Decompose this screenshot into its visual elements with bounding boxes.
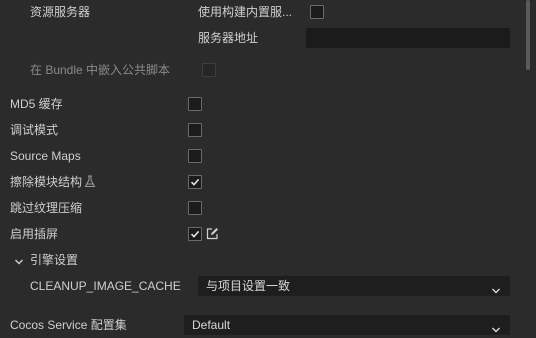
cocos-service-label: Cocos Service 配置集 xyxy=(10,318,127,332)
cleanup-image-cache-value: 与项目设置一致 xyxy=(206,279,291,293)
embed-common-script-checkbox[interactable] xyxy=(202,63,216,77)
vertical-scrollbar[interactable] xyxy=(522,0,536,338)
cleanup-image-cache-select[interactable]: 与项目设置一致 xyxy=(198,276,510,296)
md5-cache-label: MD5 缓存 xyxy=(10,97,63,111)
source-maps-checkbox[interactable] xyxy=(188,149,202,163)
checkmark-icon xyxy=(190,230,200,238)
use-builtin-server-label: 使用构建内置服... xyxy=(198,5,293,19)
enable-splash-checkbox[interactable] xyxy=(188,227,202,241)
chevron-down-icon[interactable] xyxy=(14,255,24,269)
debug-mode-label: 调试模式 xyxy=(10,123,59,137)
server-address-input[interactable] xyxy=(306,28,510,48)
skip-texture-compression-label: 跳过纹理压缩 xyxy=(10,201,83,215)
chevron-down-icon xyxy=(491,321,501,338)
resource-server-label: 资源服务器 xyxy=(30,5,91,19)
scrollbar-thumb[interactable] xyxy=(526,0,530,70)
flask-icon xyxy=(84,175,96,191)
cocos-service-select[interactable]: Default xyxy=(184,315,510,335)
checkmark-icon xyxy=(190,178,200,186)
edit-icon[interactable] xyxy=(206,227,219,243)
chevron-down-icon xyxy=(491,282,501,300)
source-maps-label: Source Maps xyxy=(10,149,81,163)
build-options-panel: 资源服务器 使用构建内置服... 服务器地址 在 Bundle 中嵌入公共脚本 … xyxy=(0,0,536,338)
use-builtin-server-checkbox[interactable] xyxy=(310,5,324,19)
skip-texture-compression-checkbox[interactable] xyxy=(188,201,202,215)
erase-module-structure-label: 擦除模块结构 xyxy=(10,175,83,189)
debug-mode-checkbox[interactable] xyxy=(188,123,202,137)
cocos-service-value: Default xyxy=(192,318,231,332)
md5-cache-checkbox[interactable] xyxy=(188,97,202,111)
engine-settings-header[interactable]: 引擎设置 xyxy=(30,252,78,268)
enable-splash-label: 启用插屏 xyxy=(10,227,59,241)
server-address-label: 服务器地址 xyxy=(198,31,259,45)
erase-module-structure-checkbox[interactable] xyxy=(188,175,202,189)
cleanup-image-cache-label: CLEANUP_IMAGE_CACHE xyxy=(30,279,181,293)
embed-common-script-label: 在 Bundle 中嵌入公共脚本 xyxy=(30,63,171,77)
